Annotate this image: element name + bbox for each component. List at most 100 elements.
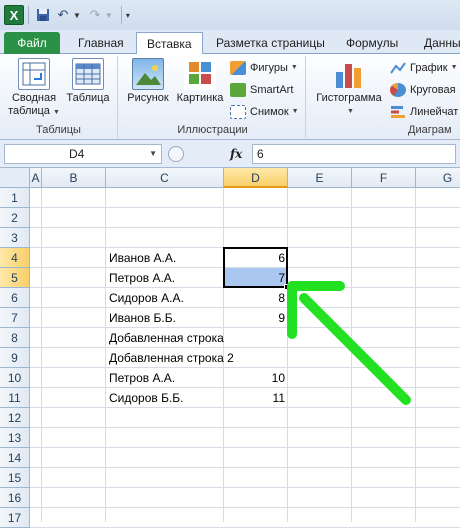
insert-function-icon[interactable]: fx (230, 144, 242, 164)
cell-c5[interactable]: Петров А.А. (106, 268, 178, 288)
column-header-c[interactable]: C (106, 168, 224, 188)
fill-handle[interactable] (284, 284, 290, 290)
pivot-table-button[interactable]: Сводная таблица ▼ (8, 58, 60, 119)
column-header-e[interactable]: E (288, 168, 352, 188)
column-header-f[interactable]: F (352, 168, 416, 188)
row-header-4[interactable]: 4 (0, 248, 30, 268)
histogram-icon (333, 58, 365, 90)
row-header-5[interactable]: 5 (0, 268, 30, 288)
clipart-label: Картинка (176, 92, 224, 104)
grid-line (30, 207, 460, 208)
group-label-tables: Таблицы (36, 124, 81, 136)
grid-line (30, 487, 460, 488)
histogram-dropdown-icon[interactable]: ▼ (315, 105, 386, 118)
row-header-8[interactable]: 8 (0, 328, 30, 348)
cell-c9[interactable]: Добавленная строка 2 (106, 348, 237, 368)
toolbar-divider (120, 6, 122, 24)
formula-bar-expand-icon[interactable] (168, 146, 184, 162)
row-header-14[interactable]: 14 (0, 448, 30, 468)
row-header-1[interactable]: 1 (0, 188, 30, 208)
histogram-label: Гистограмма (316, 92, 382, 104)
clipart-button[interactable]: Картинка (174, 58, 226, 105)
cell-c11[interactable]: Сидоров Б.Б. (106, 388, 187, 408)
row-header-17[interactable]: 17 (0, 508, 30, 528)
column-header-b[interactable]: B (42, 168, 106, 188)
spreadsheet-grid[interactable]: A B C D E F G 1 2 3 4 5 6 7 8 9 10 11 12 13 14 15 16 17 Иванов А… (0, 168, 460, 528)
bar-chart-button[interactable]: Линейчат (390, 102, 458, 122)
cell-c7[interactable]: Иванов Б.Б. (106, 308, 179, 328)
picture-icon (132, 58, 164, 90)
table-button[interactable]: Таблица (64, 58, 112, 105)
line-chart-icon (390, 61, 406, 75)
cell-c4[interactable]: Иванов А.А. (106, 248, 179, 268)
name-box-dropdown-icon[interactable]: ▼ (149, 145, 157, 163)
column-header-a[interactable]: A (30, 168, 42, 188)
table-icon (72, 58, 104, 90)
row-header-16[interactable]: 16 (0, 488, 30, 508)
clipart-icon (184, 58, 216, 90)
row-header-3[interactable]: 3 (0, 228, 30, 248)
smartart-button[interactable]: SmartArt (230, 80, 293, 100)
screenshot-label: Снимок (250, 106, 289, 118)
graph-label: График (410, 62, 448, 74)
cell-d10[interactable]: 10 (224, 368, 288, 388)
group-label-charts: Диаграм (408, 124, 452, 136)
cell-d7[interactable]: 9 (224, 308, 288, 328)
smartart-label: SmartArt (250, 84, 294, 96)
tab-formulas[interactable]: Формулы (336, 32, 408, 54)
screenshot-button[interactable]: Снимок ▼ (230, 102, 299, 122)
cell-c8[interactable]: Добавленная строка (106, 328, 227, 348)
pie-button[interactable]: Круговая (390, 80, 456, 100)
formula-input[interactable]: 6 (252, 144, 456, 164)
column-header-d[interactable]: D (224, 168, 288, 188)
grid-line (30, 467, 460, 468)
excel-logo-icon[interactable]: X (4, 5, 24, 25)
smartart-icon (230, 83, 246, 97)
cell-c6[interactable]: Сидоров А.А. (106, 288, 187, 308)
row-header-6[interactable]: 6 (0, 288, 30, 308)
undo-icon[interactable]: ↶ (53, 5, 73, 25)
save-icon[interactable] (33, 5, 53, 25)
ribbon: Сводная таблица ▼ Таблица Таблицы Рисунок… (0, 54, 460, 140)
grid-line (30, 227, 460, 228)
row-header-11[interactable]: 11 (0, 388, 30, 408)
group-tables: Сводная таблица ▼ Таблица Таблицы (0, 56, 118, 138)
tab-file[interactable]: Файл (4, 32, 60, 54)
column-header-g[interactable]: G (416, 168, 460, 188)
tab-data[interactable]: Данны (414, 32, 460, 54)
cell-c10[interactable]: Петров А.А. (106, 368, 178, 388)
row-header-15[interactable]: 15 (0, 468, 30, 488)
tab-insert[interactable]: Вставка (136, 32, 203, 55)
shapes-button[interactable]: Фигуры ▼ (230, 58, 298, 78)
grid-line (30, 447, 460, 448)
selection-border (223, 247, 288, 288)
undo-dropdown-icon[interactable]: ▼ (73, 11, 81, 20)
name-box[interactable]: D4 ▼ (4, 144, 162, 164)
tab-page-layout[interactable]: Разметка страницы (206, 32, 335, 54)
pivot-table-icon (18, 58, 50, 90)
row-header-10[interactable]: 10 (0, 368, 30, 388)
redo-dropdown-icon[interactable]: ▼ (105, 11, 113, 20)
picture-button[interactable]: Рисунок (124, 58, 172, 105)
cell-d6[interactable]: 8 (224, 288, 288, 308)
redo-icon[interactable]: ↷ (85, 5, 105, 25)
shapes-icon (230, 61, 246, 75)
customize-toolbar-icon[interactable]: ▾ (126, 11, 130, 20)
row-header-2[interactable]: 2 (0, 208, 30, 228)
graph-button[interactable]: График ▼ (390, 58, 458, 78)
pie-label: Круговая (410, 84, 456, 96)
row-header-13[interactable]: 13 (0, 428, 30, 448)
group-charts: Гистограмма ▼ График ▼ Круговая Линейчат … (308, 56, 460, 138)
name-box-value: D4 (69, 147, 85, 161)
cell-d11[interactable]: 11 (224, 388, 288, 408)
histogram-button[interactable]: Гистограмма ▼ (312, 58, 386, 118)
grid-line (351, 188, 352, 522)
tab-home[interactable]: Главная (68, 32, 134, 54)
row-header-7[interactable]: 7 (0, 308, 30, 328)
picture-label: Рисунок (127, 92, 169, 104)
row-header-12[interactable]: 12 (0, 408, 30, 428)
group-label-illustrations: Иллюстрации (177, 124, 248, 136)
select-all-corner[interactable] (0, 168, 30, 188)
row-header-9[interactable]: 9 (0, 348, 30, 368)
table-label: Таблица (66, 92, 110, 104)
